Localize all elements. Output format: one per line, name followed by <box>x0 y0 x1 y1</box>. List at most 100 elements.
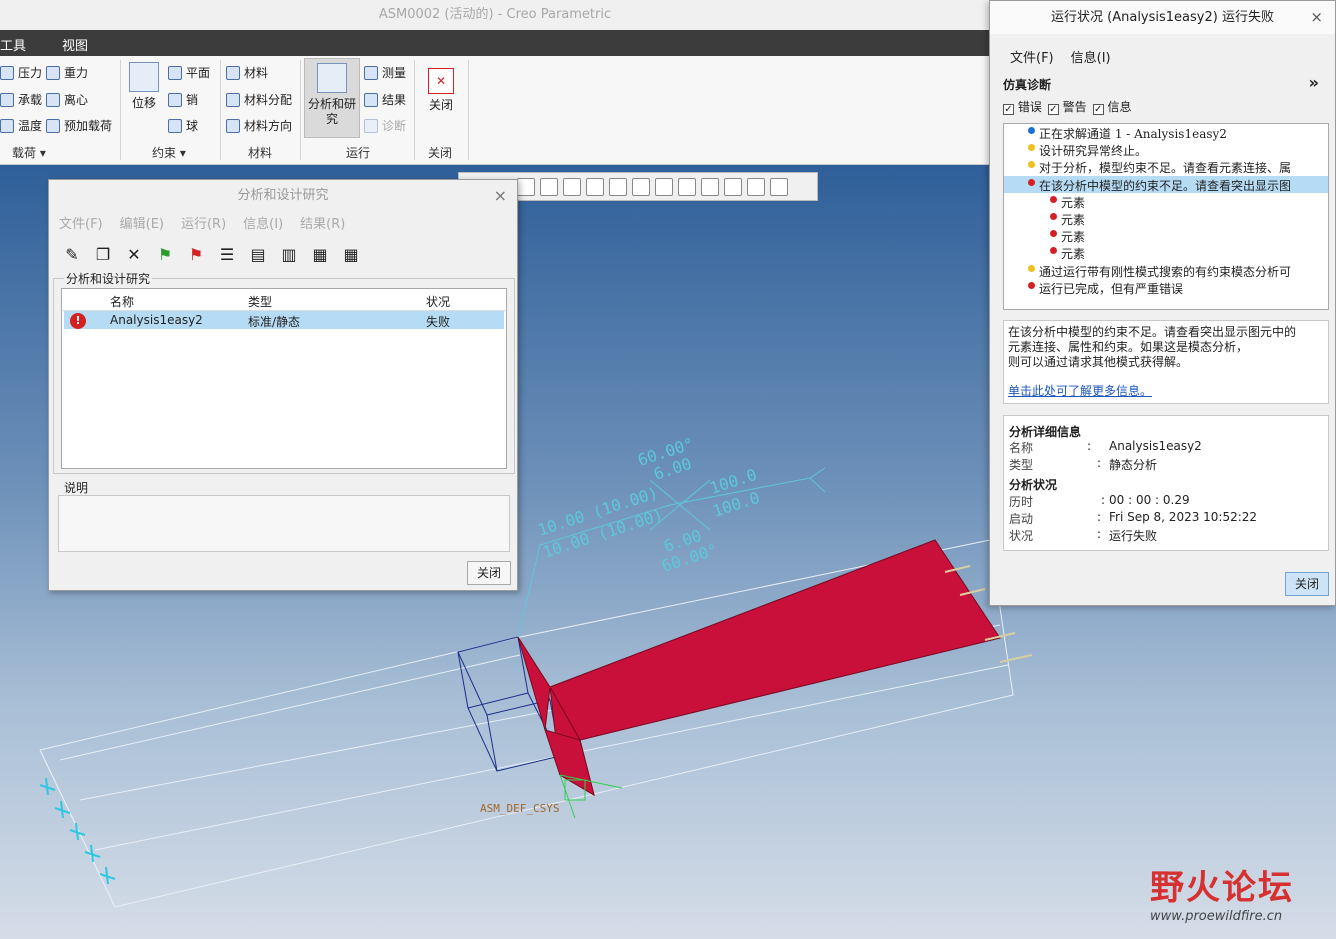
status-dot-icon <box>1028 144 1035 152</box>
ribbon-preload[interactable]: 预加载荷 <box>46 117 112 134</box>
filter-info[interactable]: ✓ 信息 <box>1092 98 1132 115</box>
zoom-icon[interactable] <box>517 177 535 196</box>
message-item[interactable]: 通过运行带有刚性模式搜索的有约束模态分析可 <box>1004 262 1328 279</box>
filter-errors[interactable]: ✓ 错误 <box>1003 98 1042 115</box>
summary-icon[interactable]: ▤ <box>247 243 269 265</box>
datum-points-icon[interactable] <box>724 177 742 196</box>
saved-views-icon[interactable] <box>609 177 627 196</box>
ribbon-temperature[interactable]: 温度 <box>0 117 42 134</box>
elapsed-value: 00 : 00 : 0.29 <box>1109 493 1190 507</box>
app-titlebar: ASM0002 (活动的) - Creo Parametric <box>0 0 990 30</box>
colon: : <box>1087 439 1092 453</box>
menu-file[interactable]: 文件(F) <box>59 212 103 238</box>
ribbon: 压力 重力 承载 离心 温度 预加载荷 载荷 ▾ 位移 平面 销 球 约束 ▾ … <box>0 56 990 165</box>
ribbon-gravity[interactable]: 重力 <box>46 64 88 81</box>
status-dot-icon <box>1028 264 1035 272</box>
status-dot-icon <box>1050 247 1057 255</box>
ribbon-divider <box>120 60 121 160</box>
run-status-dialog: 运行状况 (Analysis1easy2) 运行失败 × 文件(F) 信息(I)… <box>989 0 1336 606</box>
start-flag-icon[interactable]: ⚑ <box>154 243 176 265</box>
annotation-display-icon[interactable] <box>770 177 788 196</box>
status-dot-icon <box>1028 178 1035 186</box>
ribbon-ball[interactable]: 球 <box>168 117 198 134</box>
displacement-button[interactable]: 位移 <box>126 62 162 111</box>
menu-info[interactable]: 信息(I) <box>243 212 283 238</box>
description-box[interactable] <box>58 495 510 552</box>
ribbon-close-button[interactable]: ✕ 关闭 <box>424 68 458 113</box>
menu-edit[interactable]: 编辑(E) <box>120 212 164 238</box>
help-link[interactable]: 单击此处可了解更多信息。 <box>1008 384 1324 399</box>
refit-icon[interactable] <box>540 177 558 196</box>
ribbon-centrifugal[interactable]: 离心 <box>46 91 88 108</box>
ribbon-measure[interactable]: 测量 <box>364 64 406 81</box>
stop-flag-icon[interactable]: ⚑ <box>185 243 207 265</box>
message-item[interactable]: 对于分析，模型约束不足。请查看元素连接、属 <box>1004 158 1328 175</box>
message-list[interactable]: 正在求解通道 1 - Analysis1easy2 设计研究异常终止。 对于分析，模… <box>1003 123 1329 310</box>
datum-axes-icon[interactable] <box>701 177 719 196</box>
status-list-icon[interactable]: ☰ <box>216 243 238 265</box>
colon: : <box>1101 493 1106 507</box>
ribbon-material-orient[interactable]: 材料方向 <box>226 117 292 134</box>
reorient-icon[interactable] <box>563 177 581 196</box>
menu-run[interactable]: 运行(R) <box>181 212 226 238</box>
filter-warnings[interactable]: ✓ 警告 <box>1047 98 1087 115</box>
message-item[interactable]: 运行已完成，但有严重错误 <box>1004 279 1328 296</box>
group-constraints[interactable]: 约束 ▾ <box>152 144 186 161</box>
table-row[interactable]: ! Analysis1easy2 标准/静态 失败 <box>64 311 504 329</box>
csys-display-icon[interactable] <box>747 177 765 196</box>
delete-icon[interactable]: ✕ <box>123 243 145 265</box>
dialog-close-button[interactable]: 关闭 <box>467 561 511 585</box>
ribbon-material[interactable]: 材料 <box>226 64 268 81</box>
menu-results[interactable]: 结果(R) <box>300 212 345 238</box>
col-status[interactable]: 状况 <box>426 293 450 310</box>
dimension-labels: 60.00° 6.00 10.00 (10.00) 10.00 (10.00) … <box>535 434 762 576</box>
results-compare-icon[interactable]: ▦ <box>340 243 362 265</box>
copy-icon[interactable]: ❐ <box>92 243 114 265</box>
message-item[interactable]: 元素 <box>1004 227 1328 244</box>
ribbon-plane[interactable]: 平面 <box>168 64 210 81</box>
message-item[interactable]: 元素 <box>1004 210 1328 227</box>
analyses-studies-button[interactable]: 分析和研究 <box>304 58 360 138</box>
watermark-url: www.proewildfire.cn <box>1150 909 1283 924</box>
message-item[interactable]: 在该分析中模型的约束不足。请查看突出显示图 <box>1004 175 1328 193</box>
message-item[interactable]: 元素 <box>1004 244 1328 261</box>
ribbon-results[interactable]: 结果 <box>364 91 406 108</box>
message-item[interactable]: 正在求解通道 1 - Analysis1easy2 <box>1004 124 1328 141</box>
datum-planes-icon[interactable] <box>678 177 696 196</box>
menu-info[interactable]: 信息(I) <box>1071 47 1111 66</box>
filter-row: ✓ 错误 ✓ 警告 ✓ 信息 <box>1003 98 1132 115</box>
status-close-icon[interactable]: × <box>1310 1 1323 34</box>
type-value: 静态分析 <box>1109 458 1158 472</box>
explain-line: 则可以通过请求其他模式获得解。 <box>1008 355 1189 369</box>
review-results-icon[interactable]: ▥ <box>278 243 300 265</box>
details-box: 分析详细信息 名称 : Analysis1easy2 类型 : 静态分析 分析状… <box>1003 415 1329 551</box>
ribbon-pressure[interactable]: 压力 <box>0 64 42 81</box>
menu-tools[interactable]: 工具 <box>0 35 26 54</box>
shaded-icon[interactable] <box>586 177 604 196</box>
colon: : <box>1097 527 1102 541</box>
edit-pencil-icon[interactable]: ✎ <box>61 243 83 265</box>
group-loads[interactable]: 载荷 ▾ <box>12 144 46 161</box>
results-window-icon[interactable]: ▦ <box>309 243 331 265</box>
menu-file[interactable]: 文件(F) <box>1010 47 1054 66</box>
message-item[interactable]: 元素 <box>1004 193 1328 210</box>
ribbon-diagnostics[interactable]: 诊断 <box>364 117 406 134</box>
view-manager-icon[interactable] <box>632 177 650 196</box>
menu-view[interactable]: 视图 <box>62 35 88 54</box>
explain-line: 元素连接、属性和约束。如果这是模态分析， <box>1008 340 1249 354</box>
message-item[interactable]: 设计研究异常终止。 <box>1004 141 1328 158</box>
perspective-icon[interactable] <box>655 177 673 196</box>
ribbon-material-assign[interactable]: 材料分配 <box>226 91 292 108</box>
expand-chevron-icon[interactable]: » <box>1309 73 1319 92</box>
message-text: 元素 <box>1061 230 1086 245</box>
state-value: 运行失败 <box>1109 529 1158 543</box>
material-icon <box>226 65 240 80</box>
ribbon-bearing[interactable]: 承载 <box>0 91 42 108</box>
col-name[interactable]: 名称 <box>110 293 134 310</box>
col-type[interactable]: 类型 <box>248 293 272 310</box>
dialog-title: 分析和设计研究 <box>237 188 329 203</box>
dialog-close-icon[interactable]: × <box>494 180 507 212</box>
status-close-button[interactable]: 关闭 <box>1285 572 1329 596</box>
dialog-menu: 文件(F) 编辑(E) 运行(R) 信息(I) 结果(R) <box>49 212 517 238</box>
ribbon-pin[interactable]: 销 <box>168 91 198 108</box>
